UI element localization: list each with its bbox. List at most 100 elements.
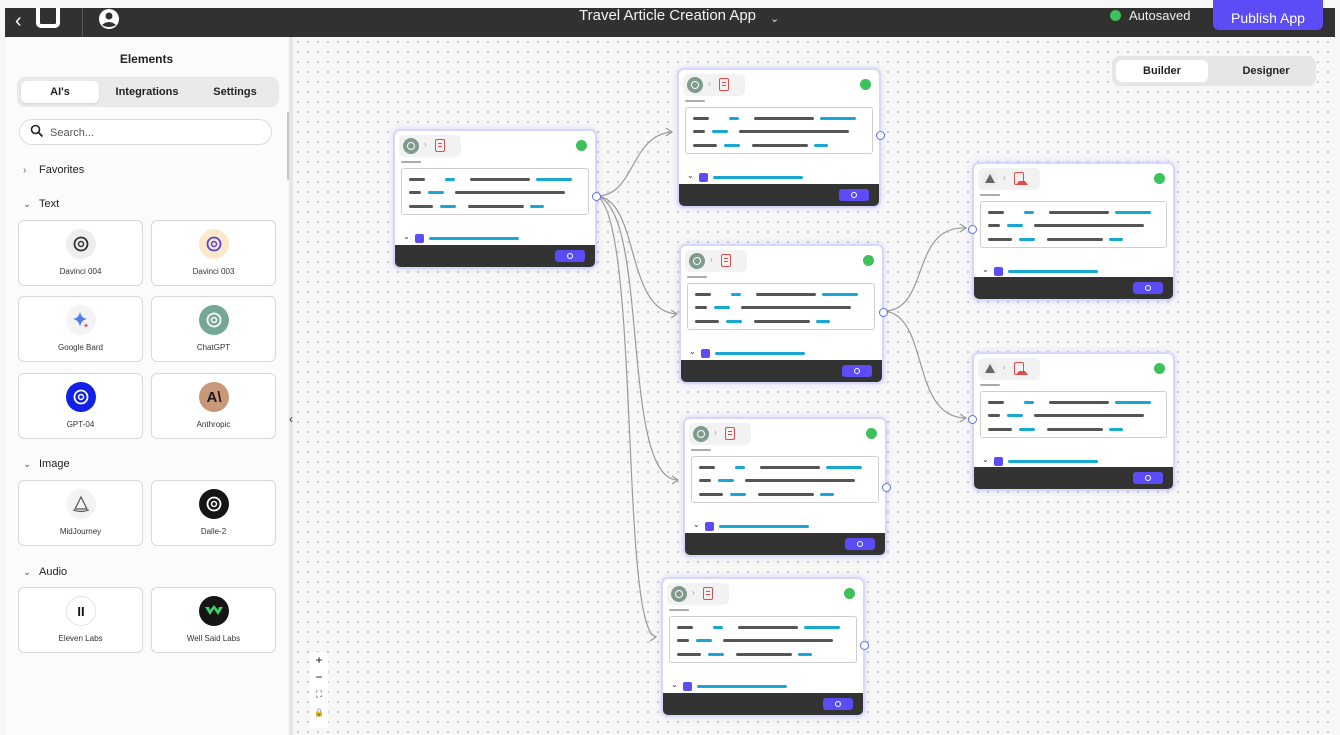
section-image[interactable]: ⌄ Image: [23, 458, 70, 470]
chevron-right-icon: ›: [1003, 173, 1006, 182]
element-label: Anthropic: [196, 420, 231, 429]
element-card-davinci-004[interactable]: Davinci 004: [18, 220, 143, 286]
publish-app-button[interactable]: Publish App: [1213, 0, 1323, 30]
wellsaid-icon: [199, 596, 229, 626]
node-header: ›: [689, 423, 751, 445]
app-logo-icon[interactable]: [36, 8, 60, 28]
element-card-gpt-04[interactable]: GPT-04: [18, 373, 143, 439]
prompt-box[interactable]: [401, 168, 589, 215]
node-header: ›: [667, 583, 729, 605]
element-card-chatgpt[interactable]: ChatGPT: [151, 296, 276, 362]
output-port[interactable]: [860, 641, 869, 650]
image-icon: [1014, 172, 1028, 185]
prompt-box[interactable]: [669, 616, 857, 663]
output-variable: [713, 176, 803, 179]
search-bar: [19, 119, 272, 145]
elevenlabs-icon: II: [66, 596, 96, 626]
node-label-placeholder: [980, 194, 1000, 196]
workflow-node-text-gen[interactable]: › ⌄: [677, 68, 885, 208]
run-node-button[interactable]: [555, 250, 585, 262]
output-variable: [715, 352, 805, 355]
prompt-box[interactable]: [687, 283, 875, 330]
chatgpt-icon: [199, 305, 229, 335]
workflow-node-text-gen[interactable]: › ⌄: [661, 577, 869, 717]
section-label: Text: [39, 198, 60, 210]
run-node-button[interactable]: [1133, 472, 1163, 484]
element-card-anthropic[interactable]: A\ Anthropic: [151, 373, 276, 439]
node-header: ›: [978, 168, 1040, 190]
run-node-button[interactable]: [823, 698, 853, 710]
workflow-node-image-gen[interactable]: › ⌄: [968, 162, 1175, 301]
output-port[interactable]: [876, 131, 885, 140]
output-port[interactable]: [592, 192, 601, 201]
chevron-down-icon[interactable]: ⌄: [693, 520, 700, 529]
chevron-right-icon: ›: [708, 79, 711, 88]
prompt-box[interactable]: [980, 391, 1167, 438]
chevron-down-icon[interactable]: ⌄: [671, 680, 678, 689]
dalle-icon: [199, 489, 229, 519]
element-card-google-bard[interactable]: Google Bard: [18, 296, 143, 362]
element-card-well-said-labs[interactable]: Well Said Labs: [151, 587, 276, 653]
element-label: Davinci 004: [59, 267, 102, 276]
run-node-button[interactable]: [842, 365, 872, 377]
prompt-box[interactable]: [980, 201, 1167, 248]
output-port[interactable]: [879, 308, 888, 317]
chevron-down-icon[interactable]: ⌄: [982, 455, 989, 464]
app-title[interactable]: Travel Article Creation App: [579, 8, 756, 23]
fit-view-button[interactable]: ⛶: [310, 689, 328, 700]
user-avatar-icon[interactable]: [97, 8, 121, 30]
zoom-out-button[interactable]: −: [310, 670, 328, 684]
search-input[interactable]: [50, 124, 250, 142]
builder-tab[interactable]: Builder: [1116, 60, 1208, 82]
success-check-icon: [866, 428, 877, 439]
tab-integrations[interactable]: Integrations: [107, 81, 187, 103]
workflow-node-text-gen[interactable]: › ⌄: [679, 244, 888, 384]
workflow-node-image-gen[interactable]: › ⌄: [968, 352, 1175, 491]
success-check-icon: [844, 588, 855, 599]
run-node-button[interactable]: [839, 189, 869, 201]
chevron-down-icon[interactable]: ⌄: [982, 265, 989, 274]
node-label-placeholder: [401, 161, 421, 163]
input-port[interactable]: [968, 415, 977, 424]
document-icon: [435, 139, 445, 152]
output-variable: [429, 237, 519, 240]
chevron-down-icon[interactable]: ⌄: [689, 347, 696, 356]
element-card-dalle-2[interactable]: Dalle-2: [151, 480, 276, 546]
element-card-eleven-labs[interactable]: II Eleven Labs: [18, 587, 143, 653]
section-audio[interactable]: ⌄ Audio: [23, 566, 67, 578]
workflow-node-text-gen[interactable]: › ⌄: [393, 129, 601, 269]
element-card-midjourney[interactable]: MidJourney: [18, 480, 143, 546]
output-variable: [1008, 460, 1098, 463]
workflow-node-text-gen[interactable]: › ⌄: [683, 417, 891, 557]
openai-icon: [693, 426, 709, 442]
designer-tab[interactable]: Designer: [1220, 60, 1312, 82]
run-node-button[interactable]: [845, 538, 875, 550]
gpt4-icon: [66, 382, 96, 412]
chevron-down-icon[interactable]: ⌄: [403, 232, 410, 241]
section-text[interactable]: ⌄ Text: [23, 198, 59, 210]
prompt-box[interactable]: [685, 107, 873, 154]
check-icon: [1110, 10, 1121, 21]
chevron-down-icon[interactable]: ⌄: [687, 171, 694, 180]
success-check-icon: [576, 140, 587, 151]
back-icon[interactable]: ‹: [15, 9, 22, 33]
zoom-in-button[interactable]: +: [310, 653, 328, 667]
run-node-button[interactable]: [1133, 282, 1163, 294]
chevron-down-icon[interactable]: ⌄: [770, 12, 779, 25]
tab-settings[interactable]: Settings: [195, 81, 275, 103]
zoom-controls: + − ⛶ 🔒: [310, 652, 328, 728]
section-favorites[interactable]: › Favorites: [23, 164, 84, 176]
tab-ais[interactable]: AI's: [21, 81, 99, 103]
element-card-davinci-003[interactable]: Davinci 003: [151, 220, 276, 286]
variable-icon: [994, 267, 1003, 276]
node-header: ›: [978, 358, 1040, 380]
input-port[interactable]: [968, 225, 977, 234]
document-icon: [725, 427, 735, 440]
lock-button[interactable]: 🔒: [310, 708, 328, 717]
node-label-placeholder: [669, 609, 689, 611]
elements-sidebar: Elements AI's Integrations Settings › Fa…: [5, 37, 290, 735]
autosave-status: Autosaved: [1110, 8, 1190, 23]
output-port[interactable]: [882, 483, 891, 492]
chevron-down-icon: ⌄: [23, 458, 32, 470]
prompt-box[interactable]: [691, 456, 879, 503]
